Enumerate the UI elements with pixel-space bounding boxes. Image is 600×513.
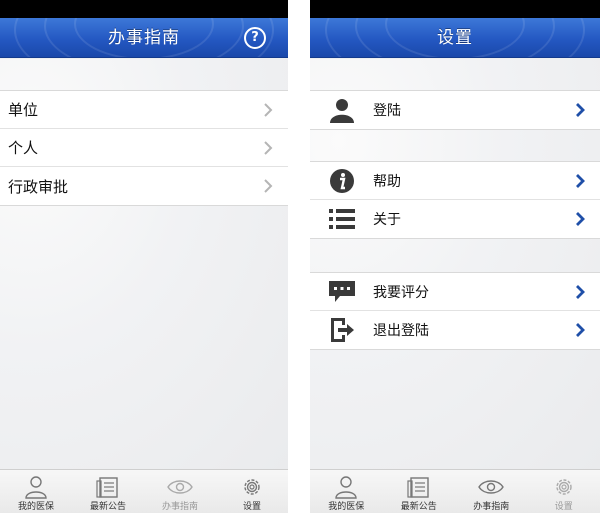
tab-label: 我的医保 — [328, 502, 365, 512]
settings-group-actions: 我要评分 退出登陆 — [310, 272, 600, 350]
chevron-right-icon — [264, 103, 273, 117]
info-icon — [328, 168, 356, 194]
comment-icon — [328, 279, 356, 305]
tab-settings[interactable]: 设置 — [216, 470, 288, 513]
chevron-right-icon — [576, 174, 585, 188]
menu-item-label: 单位 — [8, 101, 39, 119]
tab-bar: 我的医保 最新公告 办事指南 设置 — [310, 469, 600, 513]
logout-icon — [328, 317, 356, 343]
gear-icon — [244, 479, 260, 495]
tab-settings[interactable]: 设置 — [528, 470, 600, 513]
tab-latest-notice[interactable]: 最新公告 — [72, 470, 144, 513]
tab-latest-notice[interactable]: 最新公告 — [383, 470, 456, 513]
chevron-right-icon — [576, 285, 585, 299]
settings-group-account: 登陆 — [310, 90, 600, 130]
settings-group-info: 帮助 关于 — [310, 161, 600, 239]
menu-item-label: 行政审批 — [8, 177, 69, 196]
settings-item-help[interactable]: 帮助 — [310, 162, 600, 200]
screen-settings: 设置 登陆 帮助 关于 我要评分 退出登陆 我的医保 最新公告 办事指南 设置 — [310, 0, 600, 513]
stage: 办事指南 ? 单位 个人 行政审批 我的医保 最新公告 办事指南 设置 设置 登… — [0, 0, 600, 513]
status-bar — [0, 0, 288, 18]
tab-office-guide[interactable]: 办事指南 — [455, 470, 528, 513]
content-area: 登陆 帮助 关于 我要评分 退出登陆 — [310, 59, 600, 469]
gear-icon — [556, 479, 572, 495]
settings-item-logout[interactable]: 退出登陆 — [310, 311, 600, 349]
tab-label: 最新公告 — [400, 502, 437, 512]
screen-office-guide: 办事指南 ? 单位 个人 行政审批 我的医保 最新公告 办事指南 设置 — [0, 0, 288, 513]
settings-item-label: 登陆 — [373, 103, 401, 119]
tab-label: 我的医保 — [17, 502, 54, 512]
tab-my-insurance[interactable]: 我的医保 — [310, 470, 383, 513]
menu-group: 单位 个人 行政审批 — [0, 90, 288, 206]
settings-item-about[interactable]: 关于 — [310, 200, 600, 238]
menu-item-admin-approval[interactable]: 行政审批 — [0, 167, 288, 205]
settings-item-label: 退出登陆 — [373, 323, 429, 339]
user-silhouette-icon — [328, 97, 356, 123]
person-icon — [25, 476, 47, 499]
tab-label: 办事指南 — [473, 502, 510, 512]
menu-item-personal[interactable]: 个人 — [0, 129, 288, 167]
tab-label: 设置 — [242, 502, 261, 512]
chevron-right-icon — [576, 103, 585, 117]
tab-bar: 我的医保 最新公告 办事指南 设置 — [0, 469, 288, 513]
help-icon[interactable]: ? — [244, 27, 266, 49]
settings-item-rate[interactable]: 我要评分 — [310, 273, 600, 311]
notice-icon — [407, 477, 429, 498]
tab-label: 办事指南 — [161, 502, 198, 512]
settings-item-label: 帮助 — [373, 173, 401, 190]
settings-item-label: 我要评分 — [373, 284, 429, 301]
status-bar — [310, 0, 600, 18]
person-icon — [335, 476, 357, 499]
content-area: 单位 个人 行政审批 — [0, 59, 288, 469]
menu-item-unit[interactable]: 单位 — [0, 91, 288, 129]
eye-icon — [478, 480, 505, 494]
chevron-right-icon — [576, 323, 585, 337]
chevron-right-icon — [264, 141, 273, 155]
settings-item-login[interactable]: 登陆 — [310, 91, 600, 129]
list-icon — [328, 206, 356, 232]
chevron-right-icon — [264, 179, 273, 193]
settings-item-label: 关于 — [373, 212, 401, 228]
notice-icon — [96, 477, 118, 498]
nav-title: 设置 — [437, 28, 473, 48]
nav-bar: 设置 — [310, 18, 600, 58]
nav-bar: 办事指南 ? — [0, 18, 288, 58]
menu-item-label: 个人 — [8, 139, 39, 157]
tab-label: 设置 — [554, 502, 573, 512]
tab-my-insurance[interactable]: 我的医保 — [0, 470, 72, 513]
tab-label: 最新公告 — [89, 502, 126, 512]
chevron-right-icon — [576, 212, 585, 226]
tab-office-guide[interactable]: 办事指南 — [144, 470, 216, 513]
eye-icon — [167, 480, 193, 494]
